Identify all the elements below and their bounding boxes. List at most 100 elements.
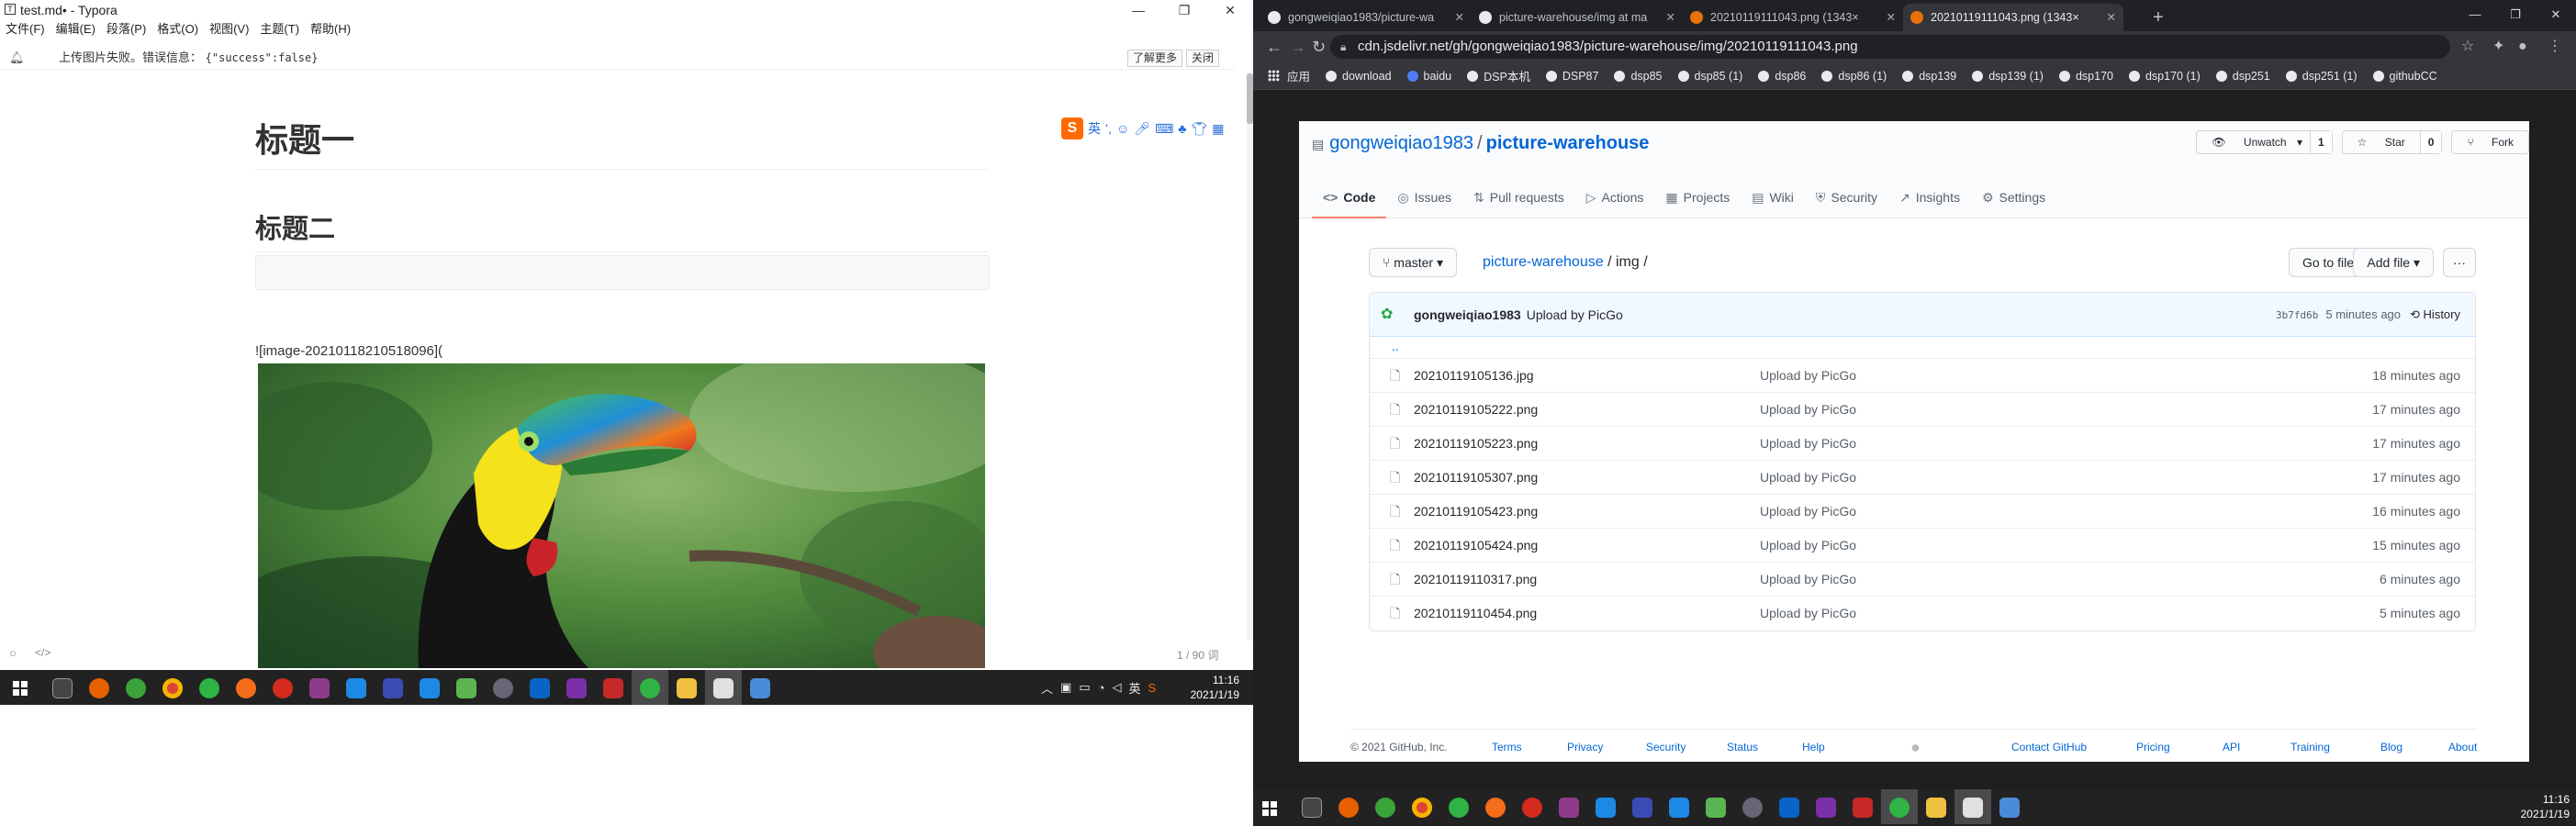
file-commit-message[interactable]: Upload by PicGo xyxy=(1760,461,1856,495)
branch-selector[interactable]: ⑂ master ▾ xyxy=(1369,248,1458,277)
footer-link-blog[interactable]: Blog xyxy=(2380,733,2402,761)
tab-projects[interactable]: ▦ Projects xyxy=(1654,176,1741,218)
footer-link-privacy[interactable]: Privacy xyxy=(1567,733,1603,761)
chrome-icon[interactable] xyxy=(154,670,191,705)
clock-right[interactable]: 11:16 2021/1/19 xyxy=(2511,792,2570,821)
ccs-app-icon[interactable] xyxy=(1624,789,1661,824)
footer-link-help[interactable]: Help xyxy=(1802,733,1825,761)
file-row[interactable]: 🗋︎ 20210119105223.png Upload by PicGo 17 mi… xyxy=(1370,427,2475,461)
file-row[interactable]: 🗋︎ 20210119105424.png Upload by PicGo 15 mi… xyxy=(1370,529,2475,563)
chrome-icon[interactable] xyxy=(1404,789,1440,824)
blue-app-icon[interactable] xyxy=(742,670,778,705)
image-markdown-source[interactable]: ![image-20210118210518096]( xyxy=(255,343,442,359)
sidebar-toggle-icon[interactable]: ○ xyxy=(9,646,17,660)
add-file-button[interactable]: Add file ▾ xyxy=(2353,248,2434,277)
green-app-icon[interactable] xyxy=(1440,789,1477,824)
tab-img-folder[interactable]: picture-warehouse/img at ma ✕ xyxy=(1472,4,1683,31)
frog-app-icon[interactable] xyxy=(118,670,154,705)
tab-close-icon[interactable]: ✕ xyxy=(1455,4,1464,31)
windows-start-button[interactable] xyxy=(1253,789,1294,824)
outlook-icon[interactable] xyxy=(521,670,558,705)
menu-paragraph[interactable]: 段落(P) xyxy=(101,20,151,39)
file-commit-message[interactable]: Upload by PicGo xyxy=(1760,529,1856,563)
file-name[interactable]: 20210119105136.jpg xyxy=(1414,359,1534,393)
red-app-icon[interactable] xyxy=(1844,789,1881,824)
tab-image-2-active[interactable]: 20210119111043.png (1343× ✕ xyxy=(1903,4,2123,31)
lock-icon[interactable]: 🔒︎ xyxy=(1340,35,1346,59)
bookmark-item[interactable]: baidu xyxy=(1406,70,1451,83)
footer-link-status[interactable]: Status xyxy=(1727,733,1758,761)
file-commit-message[interactable]: Upload by PicGo xyxy=(1760,393,1856,427)
bookmark-item[interactable]: dsp139 (1) xyxy=(1972,70,2044,83)
bookmark-item[interactable]: DSP本机 xyxy=(1467,67,1530,84)
vscode-icon[interactable] xyxy=(1661,789,1697,824)
tab-settings[interactable]: ⚙ Settings xyxy=(1971,176,2056,218)
bookmark-item[interactable]: dsp170 xyxy=(2058,70,2113,83)
terminal-icon[interactable] xyxy=(44,670,81,705)
file-commit-message[interactable]: Upload by PicGo xyxy=(1760,597,1856,631)
breadcrumb-repo-link[interactable]: picture-warehouse xyxy=(1483,254,1604,270)
star-button[interactable]: ☆ Star 0 xyxy=(2341,130,2443,154)
purple-app-icon[interactable] xyxy=(301,670,338,705)
history-link[interactable]: ⟲ History xyxy=(2410,307,2460,321)
purple-app-icon[interactable] xyxy=(1551,789,1587,824)
notepad-icon[interactable] xyxy=(1697,789,1734,824)
minimize-icon[interactable]: — xyxy=(1115,0,1161,20)
file-row[interactable]: 🗋︎ 20210119105136.jpg Upload by PicGo 18 mi… xyxy=(1370,359,2475,393)
source-mode-icon[interactable]: </> xyxy=(35,646,50,659)
commit-sha[interactable]: 3b7fd6b xyxy=(2276,309,2318,321)
unwatch-button[interactable]: 👁︎ Unwatch ▾ 1 xyxy=(2196,130,2333,154)
file-commit-message[interactable]: Upload by PicGo xyxy=(1760,427,1856,461)
scrollbar-thumb[interactable] xyxy=(1247,73,1253,124)
tray-wifi-icon[interactable]: ◔ xyxy=(1098,681,1105,695)
maximize-icon[interactable]: ❐ xyxy=(1161,0,1207,20)
back-icon[interactable]: ← xyxy=(1266,31,1282,62)
commit-author[interactable]: gongweiqiao1983 xyxy=(1414,307,1521,322)
vscode-icon[interactable] xyxy=(411,670,448,705)
clock-left[interactable]: 11:16 2021/1/19 xyxy=(1184,673,1239,702)
file-row[interactable]: 🗋︎ 20210119105307.png Upload by PicGo 17 mi… xyxy=(1370,461,2475,495)
tab-close-icon[interactable]: ✕ xyxy=(2107,4,2116,31)
tab-close-icon[interactable]: ✕ xyxy=(1887,4,1896,31)
orange-app-icon[interactable] xyxy=(228,670,264,705)
file-commit-message[interactable]: Upload by PicGo xyxy=(1760,359,1856,393)
menu-theme[interactable]: 主题(T) xyxy=(254,20,305,39)
notepad-icon[interactable] xyxy=(448,670,485,705)
footer-link-contact[interactable]: Contact GitHub xyxy=(2011,733,2087,761)
bookmark-item[interactable]: dsp251 (1) xyxy=(2285,70,2358,83)
footer-link-training[interactable]: Training xyxy=(2290,733,2330,761)
gray-app-icon[interactable] xyxy=(485,670,521,705)
bookmark-apps[interactable]: 应用 xyxy=(1268,67,1310,84)
close-icon[interactable]: ✕ xyxy=(1207,0,1253,20)
menu-file[interactable]: 文件(F) xyxy=(0,20,50,39)
tray-network-icon[interactable]: ▭ xyxy=(1079,680,1090,695)
file-explorer-icon[interactable] xyxy=(668,670,705,705)
footer-link-security[interactable]: Security xyxy=(1646,733,1686,761)
menu-edit[interactable]: 编辑(E) xyxy=(50,20,101,39)
menu-format[interactable]: 格式(O) xyxy=(151,20,204,39)
more-options-button[interactable]: ··· xyxy=(2443,248,2476,277)
file-row[interactable]: 🗋︎ 20210119105222.png Upload by PicGo 17 mi… xyxy=(1370,393,2475,427)
onenote-icon[interactable] xyxy=(1808,789,1844,824)
feishu-icon[interactable] xyxy=(338,670,375,705)
file-name[interactable]: 20210119105423.png xyxy=(1414,495,1538,529)
bookmark-item[interactable]: dsp86 (1) xyxy=(1821,70,1887,83)
author-avatar[interactable]: ✿ xyxy=(1381,307,1397,322)
bookmark-item[interactable]: dsp85 xyxy=(1614,70,1663,83)
file-commit-message[interactable]: Upload by PicGo xyxy=(1760,495,1856,529)
ime-emoji-icon[interactable]: ☺ xyxy=(1116,121,1129,136)
word-count[interactable]: 1 / 90 词 xyxy=(1177,647,1218,663)
tab-close-icon[interactable]: ✕ xyxy=(1666,4,1675,31)
heading-2[interactable]: 标题二 xyxy=(255,207,990,252)
bookmark-star-icon[interactable]: ☆ xyxy=(2461,31,2474,62)
onenote-icon[interactable] xyxy=(558,670,595,705)
commit-message[interactable]: Upload by PicGo xyxy=(1527,307,1623,322)
feishu-icon[interactable] xyxy=(1587,789,1624,824)
file-name[interactable]: 20210119105222.png xyxy=(1414,393,1538,427)
learn-more-button[interactable]: 了解更多 xyxy=(1127,50,1183,67)
forward-icon[interactable]: → xyxy=(1290,31,1306,62)
blue-app-icon[interactable] xyxy=(1991,789,2028,824)
watch-count[interactable]: 1 xyxy=(2309,131,2332,153)
frog-app-icon[interactable] xyxy=(1367,789,1404,824)
file-name[interactable]: 20210119105223.png xyxy=(1414,427,1538,461)
